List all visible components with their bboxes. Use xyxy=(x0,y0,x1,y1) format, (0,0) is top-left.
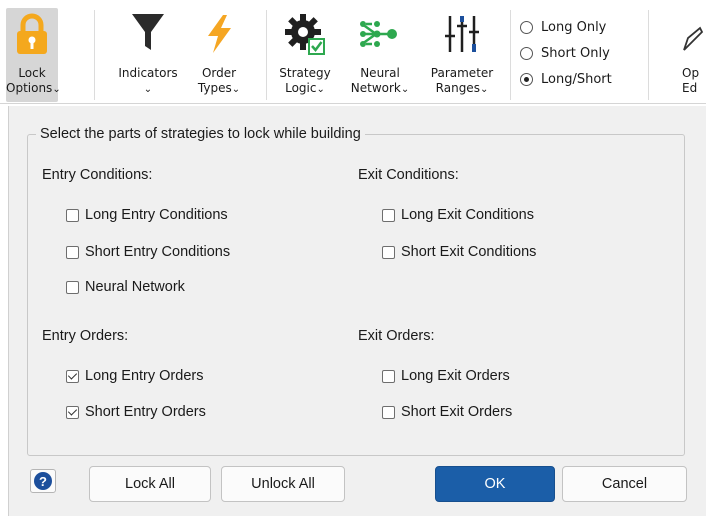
radio-long-only[interactable]: Long Only xyxy=(520,14,612,40)
checkbox-neural-network[interactable]: Neural Network xyxy=(66,279,185,295)
ribbon-separator xyxy=(510,10,511,100)
open-editor-label-2: Ed xyxy=(682,81,698,95)
gear-check-icon xyxy=(283,12,327,60)
help-button[interactable]: ? xyxy=(30,469,56,493)
checkbox[interactable] xyxy=(66,280,79,294)
checkbox-label: Short Entry Orders xyxy=(85,404,206,420)
lock-all-button[interactable]: Lock All xyxy=(89,466,211,502)
neural-network-icon xyxy=(358,14,402,58)
ribbon-toolbar: Lock Options⌄ Indicators ⌄ Order Types⌄ xyxy=(0,0,706,104)
pen-icon xyxy=(680,24,704,58)
chevron-down-icon: ⌄ xyxy=(316,84,325,95)
checkbox-long-entry-orders[interactable]: Long Entry Orders xyxy=(66,368,203,384)
strategy-logic-label-2: Logic xyxy=(285,81,317,95)
checkbox-label: Long Exit Orders xyxy=(401,368,510,384)
radio-long-only-label: Long Only xyxy=(541,19,607,35)
entry-conditions-title: Entry Conditions: xyxy=(42,167,153,183)
checkbox-short-entry-conditions[interactable]: Short Entry Conditions xyxy=(66,244,230,260)
lightning-icon xyxy=(203,14,235,58)
neural-network-button[interactable]: Neural Network⌄ xyxy=(342,8,418,102)
indicators-label: Indicators xyxy=(118,66,178,80)
chevron-down-icon: ⌄ xyxy=(143,84,153,95)
parameter-ranges-label-2: Ranges xyxy=(435,81,480,95)
order-types-label-2: Types xyxy=(197,81,232,95)
exit-orders-title: Exit Orders: xyxy=(358,328,435,344)
checkbox[interactable] xyxy=(382,405,395,419)
lock-options-label-2: Options xyxy=(6,81,53,95)
checkbox-label: Neural Network xyxy=(85,279,185,295)
open-editor-button[interactable]: Op Ed xyxy=(676,8,706,102)
strategy-logic-button[interactable]: Strategy Logic⌄ xyxy=(272,8,338,102)
radio-button-selected[interactable] xyxy=(520,72,533,86)
checkbox[interactable] xyxy=(66,245,79,259)
ribbon-separator xyxy=(266,10,267,100)
parameter-ranges-label-1: Parameter xyxy=(430,66,494,80)
ribbon-separator xyxy=(94,10,95,100)
lock-options-button[interactable]: Lock Options⌄ xyxy=(6,8,61,102)
lock-icon xyxy=(14,12,50,60)
checkbox-long-exit-conditions[interactable]: Long Exit Conditions xyxy=(382,207,534,223)
radio-button[interactable] xyxy=(520,46,533,60)
strategy-logic-label-1: Strategy xyxy=(279,66,331,80)
entry-orders-title: Entry Orders: xyxy=(42,328,129,344)
cancel-button[interactable]: Cancel xyxy=(562,466,687,502)
lock-options-dialog: Select the parts of strategies to lock w… xyxy=(8,106,706,516)
neural-network-label-2: Network xyxy=(350,81,401,95)
checkbox-short-entry-orders[interactable]: Short Entry Orders xyxy=(66,404,206,420)
chevron-down-icon: ⌄ xyxy=(400,84,410,95)
sliders-icon xyxy=(442,14,482,58)
checkbox-checked[interactable] xyxy=(66,405,79,419)
radio-short-only[interactable]: Short Only xyxy=(520,40,612,66)
ok-button[interactable]: OK xyxy=(435,466,555,502)
direction-radio-group: Long Only Short Only Long/Short xyxy=(520,14,612,92)
checkbox[interactable] xyxy=(382,369,395,383)
neural-network-label-1: Neural xyxy=(360,66,400,80)
parameter-ranges-button[interactable]: Parameter Ranges⌄ xyxy=(422,8,502,102)
checkbox[interactable] xyxy=(66,208,79,222)
checkbox-label: Short Entry Conditions xyxy=(85,244,231,260)
chevron-down-icon: ⌄ xyxy=(231,84,241,95)
radio-short-only-label: Short Only xyxy=(541,45,610,61)
chevron-down-icon: ⌄ xyxy=(52,84,61,95)
radio-long-short-label: Long/Short xyxy=(541,71,612,87)
lock-parts-group: Select the parts of strategies to lock w… xyxy=(27,126,685,456)
checkbox-short-exit-conditions[interactable]: Short Exit Conditions xyxy=(382,244,536,260)
checkbox-label: Long Exit Conditions xyxy=(401,207,534,223)
checkbox[interactable] xyxy=(382,245,395,259)
checkbox-long-exit-orders[interactable]: Long Exit Orders xyxy=(382,368,510,384)
order-types-button[interactable]: Order Types⌄ xyxy=(190,8,248,102)
unlock-all-button[interactable]: Unlock All xyxy=(221,466,345,502)
indicators-button[interactable]: Indicators ⌄ xyxy=(110,8,186,102)
radio-button[interactable] xyxy=(520,20,533,34)
funnel-icon xyxy=(130,12,166,58)
checkbox-short-exit-orders[interactable]: Short Exit Orders xyxy=(382,404,512,420)
ribbon-separator xyxy=(648,10,649,100)
order-types-label-1: Order xyxy=(201,66,237,80)
radio-long-short[interactable]: Long/Short xyxy=(520,66,612,92)
open-editor-label-1: Op xyxy=(682,66,700,80)
help-icon: ? xyxy=(34,472,52,490)
lock-options-label-1: Lock xyxy=(18,66,46,80)
checkbox-checked[interactable] xyxy=(66,369,79,383)
group-title: Select the parts of strategies to lock w… xyxy=(36,126,365,142)
checkbox-label: Short Exit Orders xyxy=(401,404,513,420)
checkbox[interactable] xyxy=(382,208,395,222)
checkbox-label: Short Exit Conditions xyxy=(401,244,537,260)
checkbox-long-entry-conditions[interactable]: Long Entry Conditions xyxy=(66,207,228,223)
checkbox-label: Long Entry Orders xyxy=(85,368,204,384)
checkbox-label: Long Entry Conditions xyxy=(85,207,228,223)
chevron-down-icon: ⌄ xyxy=(479,84,489,95)
exit-conditions-title: Exit Conditions: xyxy=(358,167,459,183)
